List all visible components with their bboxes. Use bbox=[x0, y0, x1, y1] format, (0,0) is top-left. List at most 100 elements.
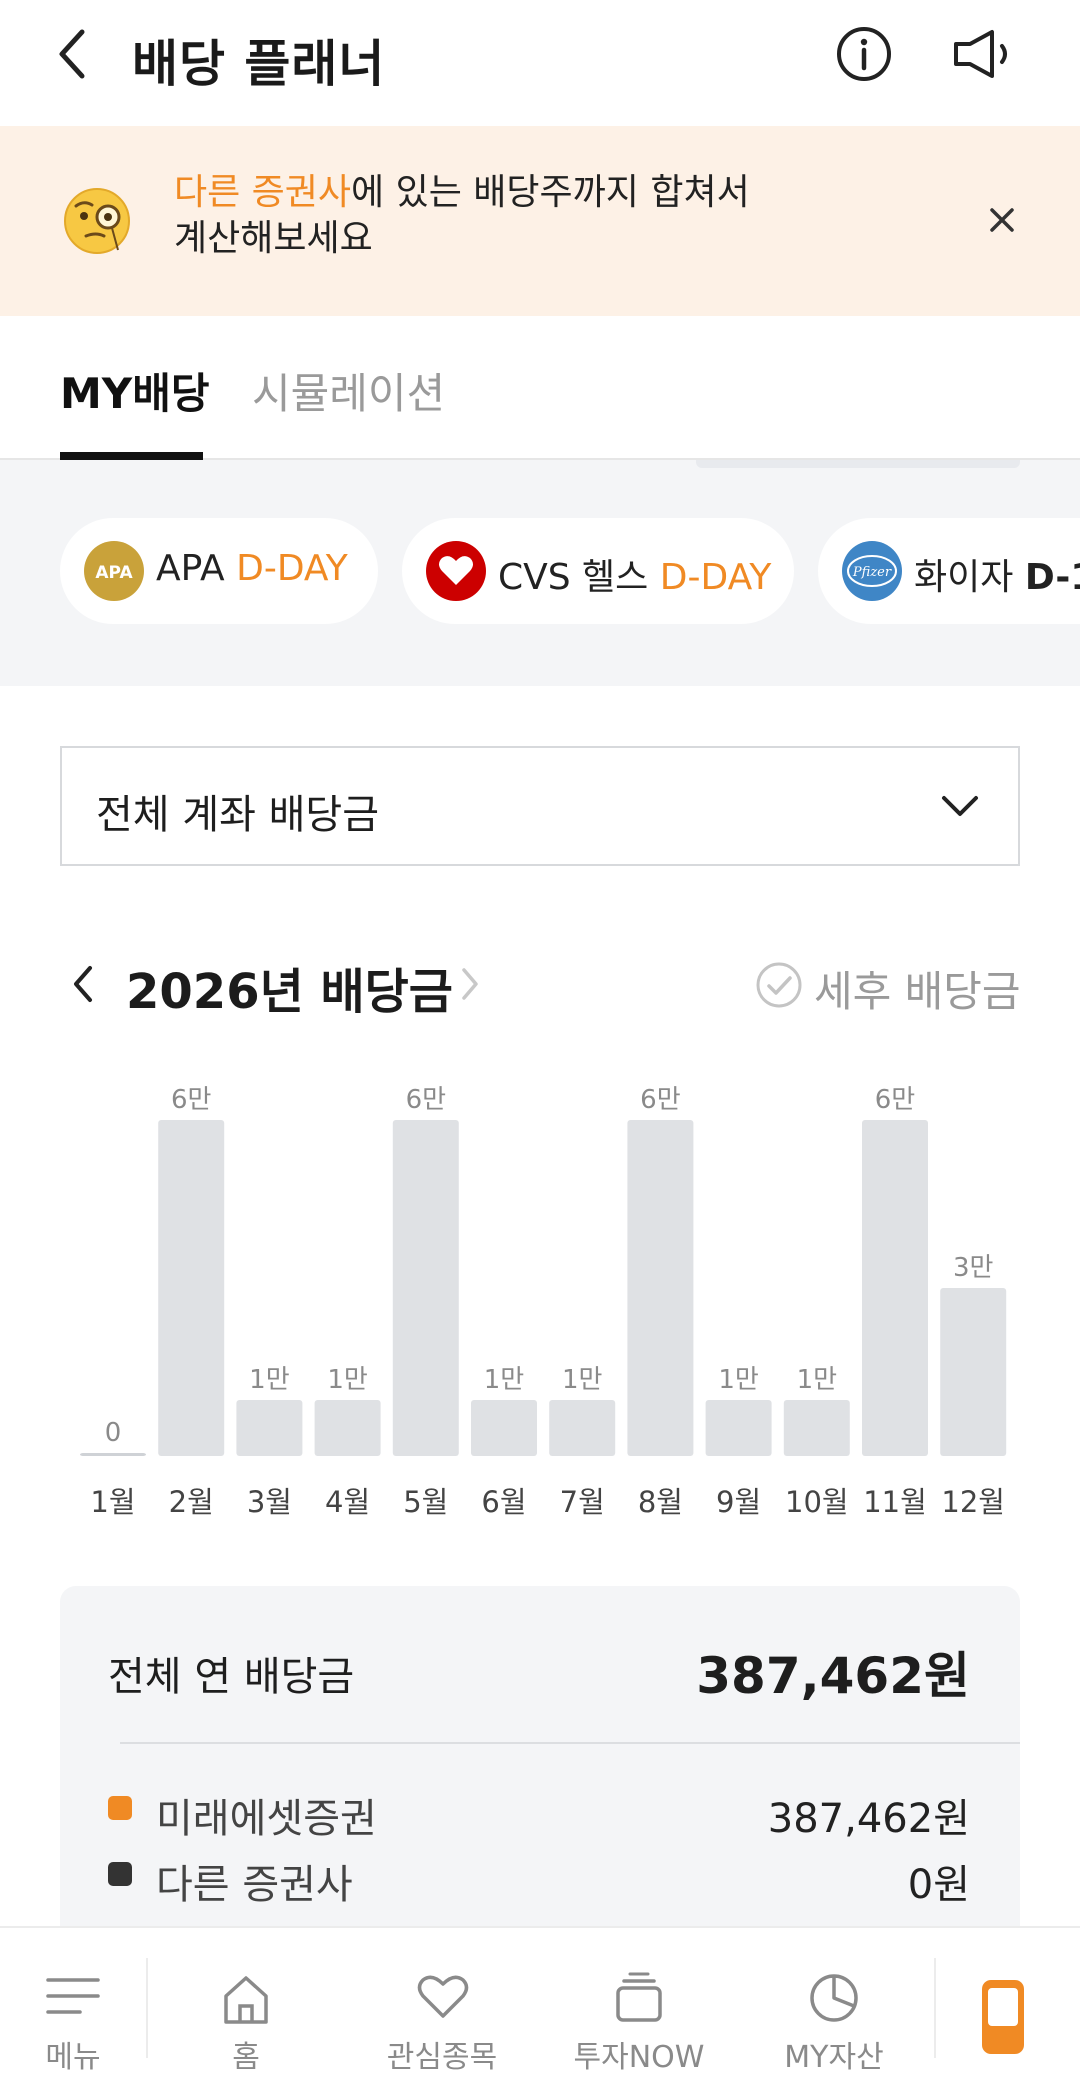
chip-pfizer[interactable]: Pfizer 화이자 D-1 bbox=[818, 518, 1080, 624]
x-tick-label: 10월 bbox=[785, 1485, 849, 1519]
bar-7[interactable] bbox=[549, 1400, 616, 1456]
bar-value-label: 6만 bbox=[171, 1085, 211, 1115]
broker-name: 다른 증권사 bbox=[156, 1862, 353, 1908]
stack-icon bbox=[616, 1972, 662, 2022]
tab-bar: MY배당 시뮬레이션 bbox=[0, 316, 1080, 460]
bar-value-label: 6만 bbox=[875, 1085, 915, 1115]
speaker-icon bbox=[954, 30, 1007, 78]
summary-divider bbox=[120, 1742, 1020, 1744]
broker-row-mirae: 미래에셋증권 387,462원 bbox=[108, 1782, 970, 1842]
broker-name: 미래에셋증권 bbox=[156, 1796, 377, 1842]
home-icon bbox=[224, 1976, 268, 2024]
nav-menu[interactable]: 메뉴 bbox=[0, 1928, 146, 2083]
nav-phone[interactable] bbox=[964, 1928, 1080, 2083]
banner-highlight: 다른 증권사 bbox=[174, 172, 352, 213]
nav-watchlist[interactable]: 관심종목 bbox=[368, 1928, 516, 2083]
apa-logo-text: APA bbox=[95, 563, 133, 583]
bar-12[interactable] bbox=[940, 1288, 1007, 1456]
bar-value-label: 1만 bbox=[718, 1365, 758, 1395]
bar-5[interactable] bbox=[392, 1120, 459, 1456]
nav-invest-now[interactable]: 투자NOW bbox=[560, 1928, 718, 2083]
phone-icon bbox=[982, 1980, 1024, 2054]
dividend-planner-screen: 배당 플래너 다른 증권사에 있는 배당주까지 합쳐서 계산해보세요 MY배당 … bbox=[0, 0, 1080, 2083]
banner-line2: 계산해보세요 bbox=[174, 218, 373, 259]
bar-value-label: 1만 bbox=[484, 1365, 524, 1395]
nav-my-assets[interactable]: MY자산 bbox=[764, 1928, 904, 2083]
x-tick-label: 1월 bbox=[90, 1485, 135, 1519]
scroll-hint bbox=[696, 460, 1020, 468]
chip-apa-name: APA bbox=[156, 548, 225, 589]
tab-my-dividend[interactable]: MY배당 bbox=[60, 360, 210, 421]
info-button[interactable] bbox=[832, 22, 896, 86]
cvs-heart-logo-icon bbox=[426, 541, 486, 601]
page-title: 배당 플래너 bbox=[132, 35, 386, 93]
chip-pfizer-name: 화이자 bbox=[914, 557, 1014, 598]
prev-year-button[interactable] bbox=[66, 958, 102, 1010]
back-button[interactable] bbox=[50, 22, 98, 86]
chip-cvs[interactable]: CVS 헬스 D-DAY bbox=[402, 518, 794, 624]
aftertax-label[interactable]: 세후 배당금 bbox=[814, 958, 1021, 1019]
chevron-left-icon bbox=[74, 966, 92, 1002]
x-tick-label: 6월 bbox=[481, 1485, 526, 1519]
nav-home[interactable]: 홈 bbox=[176, 1928, 316, 2083]
banner-message: 다른 증권사에 있는 배당주까지 합쳐서 계산해보세요 bbox=[174, 170, 750, 262]
chip-apa[interactable]: APA APA D-DAY bbox=[60, 518, 378, 624]
bar-4[interactable] bbox=[314, 1400, 381, 1456]
x-tick-label: 11월 bbox=[863, 1485, 927, 1519]
chip-cvs-name: CVS 헬스 bbox=[498, 557, 649, 598]
nav-label: 관심종목 bbox=[386, 2040, 498, 2075]
heart-icon bbox=[417, 1975, 469, 2018]
chip-label: CVS 헬스 D-DAY bbox=[498, 548, 771, 600]
chevron-right-icon bbox=[462, 968, 478, 1000]
aftertax-checkbox[interactable] bbox=[754, 960, 804, 1010]
chip-pfizer-dday: D-1 bbox=[1024, 557, 1080, 598]
bar-value-label: 1만 bbox=[327, 1365, 367, 1395]
bar-6[interactable] bbox=[471, 1400, 537, 1456]
chip-label: 화이자 D-1 bbox=[914, 548, 1080, 600]
chip-apa-dday: D-DAY bbox=[236, 548, 348, 589]
nav-separator bbox=[146, 1958, 148, 2058]
x-tick-label: 3월 bbox=[247, 1485, 292, 1519]
nav-label: 홈 bbox=[232, 2040, 260, 2075]
bar-8[interactable] bbox=[627, 1120, 694, 1456]
banner-line1: 에 있는 배당주까지 합쳐서 bbox=[351, 172, 750, 213]
x-tick-label: 5월 bbox=[403, 1485, 448, 1519]
bar-2[interactable] bbox=[158, 1120, 225, 1456]
annual-total-value: 387,462원 bbox=[696, 1647, 970, 1705]
bar-11[interactable] bbox=[862, 1120, 928, 1456]
pfizer-logo-icon: Pfizer bbox=[842, 541, 902, 601]
top-app-bar: 배당 플래너 bbox=[0, 0, 1080, 126]
x-tick-label: 9월 bbox=[716, 1485, 761, 1519]
bar-3[interactable] bbox=[236, 1400, 303, 1456]
banner-close-button[interactable] bbox=[982, 200, 1022, 240]
bar-value-label: 1만 bbox=[249, 1365, 289, 1395]
bar-10[interactable] bbox=[783, 1400, 850, 1456]
nav-label: 투자NOW bbox=[573, 2040, 705, 2075]
bar-9[interactable] bbox=[705, 1400, 772, 1456]
chevron-down-icon bbox=[942, 796, 978, 816]
broker-value: 387,462원 bbox=[767, 1796, 970, 1842]
x-tick-label: 8월 bbox=[638, 1485, 683, 1519]
broker-row-other: 다른 증권사 0원 bbox=[108, 1848, 970, 1908]
voice-guide-button[interactable] bbox=[948, 22, 1020, 86]
promo-banner[interactable]: 다른 증권사에 있는 배당주까지 합쳐서 계산해보세요 bbox=[0, 126, 1080, 316]
tab-simulation[interactable]: 시뮬레이션 bbox=[252, 360, 445, 421]
bar-value-label: 6만 bbox=[640, 1085, 680, 1115]
x-tick-label: 7월 bbox=[560, 1485, 605, 1519]
bar-value-label: 6만 bbox=[406, 1085, 446, 1115]
x-tick-label: 4월 bbox=[325, 1485, 370, 1519]
annual-total-label: 전체 연 배당금 bbox=[108, 1654, 355, 1700]
close-icon bbox=[990, 208, 1014, 232]
account-select-dropdown[interactable]: 전체 계좌 배당금 bbox=[60, 746, 1020, 866]
bar-1[interactable] bbox=[80, 1453, 146, 1456]
dividend-day-chips[interactable]: APA APA D-DAY CVS 헬스 D-DAY Pfizer 화이자 D-… bbox=[0, 460, 1080, 686]
bar-value-label: 1만 bbox=[562, 1365, 602, 1395]
nav-label: 메뉴 bbox=[45, 2040, 101, 2075]
chevron-left-icon bbox=[59, 29, 85, 79]
legend-swatch-dark bbox=[108, 1862, 132, 1886]
x-tick-label: 12월 bbox=[941, 1485, 1005, 1519]
chip-label: APA D-DAY bbox=[156, 548, 348, 589]
chip-cvs-dday: D-DAY bbox=[659, 557, 772, 598]
active-tab-indicator bbox=[60, 452, 203, 460]
next-year-button[interactable] bbox=[456, 962, 484, 1006]
